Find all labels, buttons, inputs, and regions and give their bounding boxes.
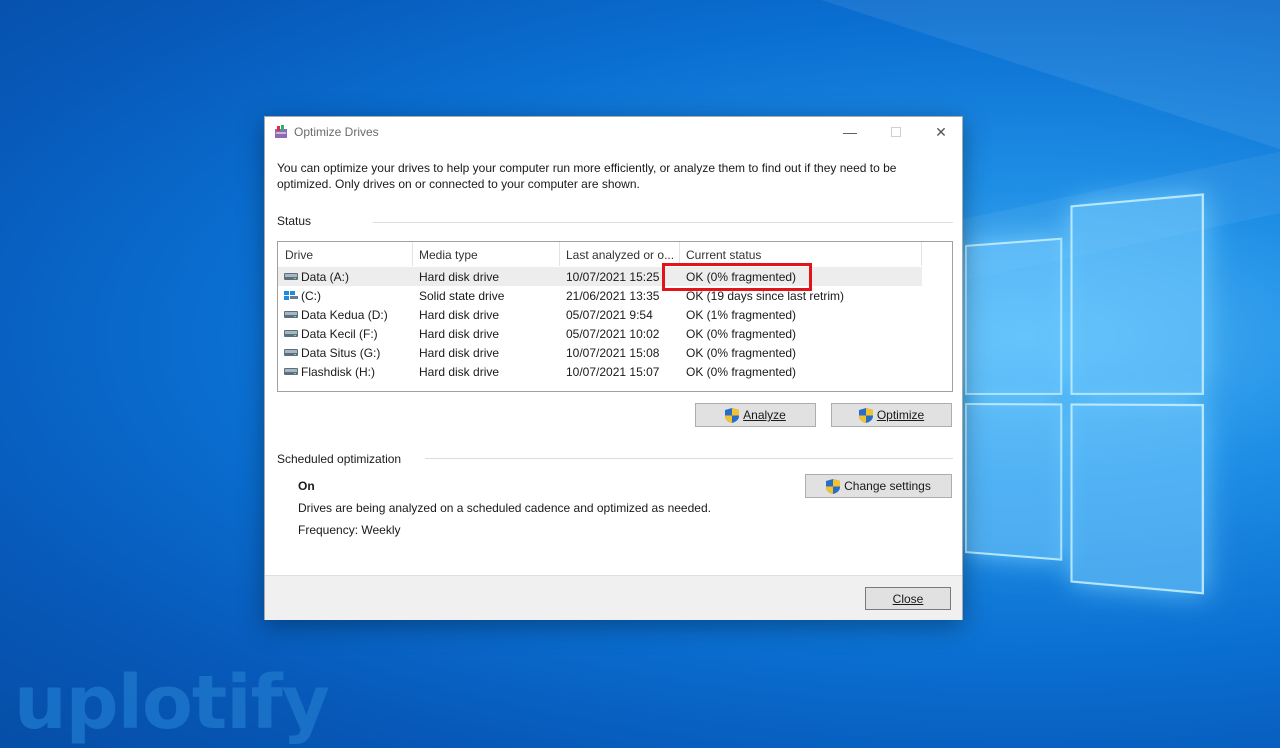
schedule-frequency: Frequency: Weekly [298, 523, 401, 537]
windows-logo-pane [965, 237, 1063, 395]
drive-row[interactable]: Data (A:) Hard disk drive 10/07/2021 15:… [278, 267, 922, 286]
drive-name: Data Situs (G:) [301, 346, 381, 360]
close-icon: ✕ [935, 123, 947, 140]
column-header-current-status[interactable]: Current status [686, 248, 761, 262]
optimize-button[interactable]: Optimize [831, 403, 952, 427]
drive-row[interactable]: Data Kecil (F:) Hard disk drive 05/07/20… [278, 324, 922, 343]
scheduled-divider [425, 458, 953, 459]
title-bar[interactable]: Optimize Drives — ✕ [265, 117, 962, 147]
status-section-label: Status [277, 214, 312, 228]
hard-drive-icon [284, 311, 298, 318]
drives-list-header: Drive Media type Last analyzed or o... C… [278, 242, 952, 266]
hard-drive-icon [284, 273, 298, 280]
drive-name: (C:) [301, 289, 321, 303]
column-separator[interactable] [921, 242, 922, 266]
uac-shield-icon [725, 407, 740, 423]
change-settings-button[interactable]: Change settings [805, 474, 952, 498]
windows-logo-pane [1070, 403, 1204, 595]
analyze-label: Analyze [743, 408, 786, 422]
current-status: OK (0% fragmented) [686, 346, 797, 360]
media-type: Hard disk drive [419, 270, 500, 284]
last-analyzed: 05/07/2021 10:02 [566, 327, 660, 341]
column-separator[interactable] [412, 242, 413, 266]
drive-name: Data (A:) [301, 270, 350, 284]
schedule-description: Drives are being analyzed on a scheduled… [298, 501, 711, 515]
column-separator[interactable] [559, 242, 560, 266]
scheduled-section-label: Scheduled optimization [277, 452, 402, 466]
last-analyzed: 10/07/2021 15:07 [566, 365, 660, 379]
window-title: Optimize Drives [294, 125, 379, 139]
close-window-button[interactable]: ✕ [918, 117, 964, 147]
last-analyzed: 21/06/2021 13:35 [566, 289, 660, 303]
schedule-state: On [298, 479, 315, 493]
uplotify-watermark: uplotify [14, 660, 330, 746]
windows-logo-pane [965, 403, 1063, 561]
drive-row[interactable]: Data Situs (G:) Hard disk drive 10/07/20… [278, 343, 922, 362]
drive-row[interactable]: Data Kedua (D:) Hard disk drive 05/07/20… [278, 305, 922, 324]
last-analyzed: 05/07/2021 9:54 [566, 308, 653, 322]
current-status: OK (1% fragmented) [686, 308, 797, 322]
change-settings-label: Change settings [844, 479, 931, 493]
drives-list[interactable]: Drive Media type Last analyzed or o... C… [277, 241, 953, 392]
status-divider [373, 222, 953, 223]
media-type: Hard disk drive [419, 346, 500, 360]
current-status: OK (0% fragmented) [686, 327, 797, 341]
current-status: OK (19 days since last retrim) [686, 289, 845, 303]
drive-row[interactable]: (C:) Solid state drive 21/06/2021 13:35 … [278, 286, 922, 305]
close-button[interactable]: Close [865, 587, 951, 610]
close-label: Close [892, 591, 924, 606]
maximize-icon [891, 127, 901, 137]
drive-row[interactable]: Flashdisk (H:) Hard disk drive 10/07/202… [278, 362, 922, 381]
drive-name: Data Kedua (D:) [301, 308, 388, 322]
hard-drive-icon [284, 330, 298, 337]
media-type: Hard disk drive [419, 327, 500, 341]
windows-logo [965, 193, 1204, 596]
drive-name: Flashdisk (H:) [301, 365, 376, 379]
media-type: Solid state drive [419, 289, 505, 303]
last-analyzed: 10/07/2021 15:25 [566, 270, 660, 284]
optimize-drives-window: Optimize Drives — ✕ You can optimize you… [264, 116, 963, 620]
windows-logo-pane [1070, 193, 1204, 395]
minimize-button[interactable]: — [827, 117, 873, 147]
optimize-label: Optimize [876, 408, 925, 422]
hard-drive-icon [284, 368, 298, 375]
media-type: Hard disk drive [419, 365, 500, 379]
status-highlight-box [662, 263, 812, 291]
uac-shield-icon [858, 407, 873, 423]
uac-shield-icon [826, 478, 841, 494]
column-header-last-analyzed[interactable]: Last analyzed or o... [566, 248, 674, 262]
intro-text: You can optimize your drives to help you… [277, 161, 897, 191]
column-header-drive[interactable]: Drive [285, 248, 313, 262]
maximize-button[interactable] [873, 117, 919, 147]
media-type: Hard disk drive [419, 308, 500, 322]
current-status: OK (0% fragmented) [686, 365, 797, 379]
last-analyzed: 10/07/2021 15:08 [566, 346, 660, 360]
analyze-button[interactable]: Analyze [695, 403, 816, 427]
optimize-drives-app-icon [275, 125, 287, 138]
hard-drive-icon [284, 349, 298, 356]
minimize-icon: — [843, 124, 857, 140]
drive-name: Data Kecil (F:) [301, 327, 378, 341]
dialog-footer: Close [265, 575, 962, 620]
column-header-media-type[interactable]: Media type [419, 248, 478, 262]
windows-drive-icon [284, 291, 298, 300]
